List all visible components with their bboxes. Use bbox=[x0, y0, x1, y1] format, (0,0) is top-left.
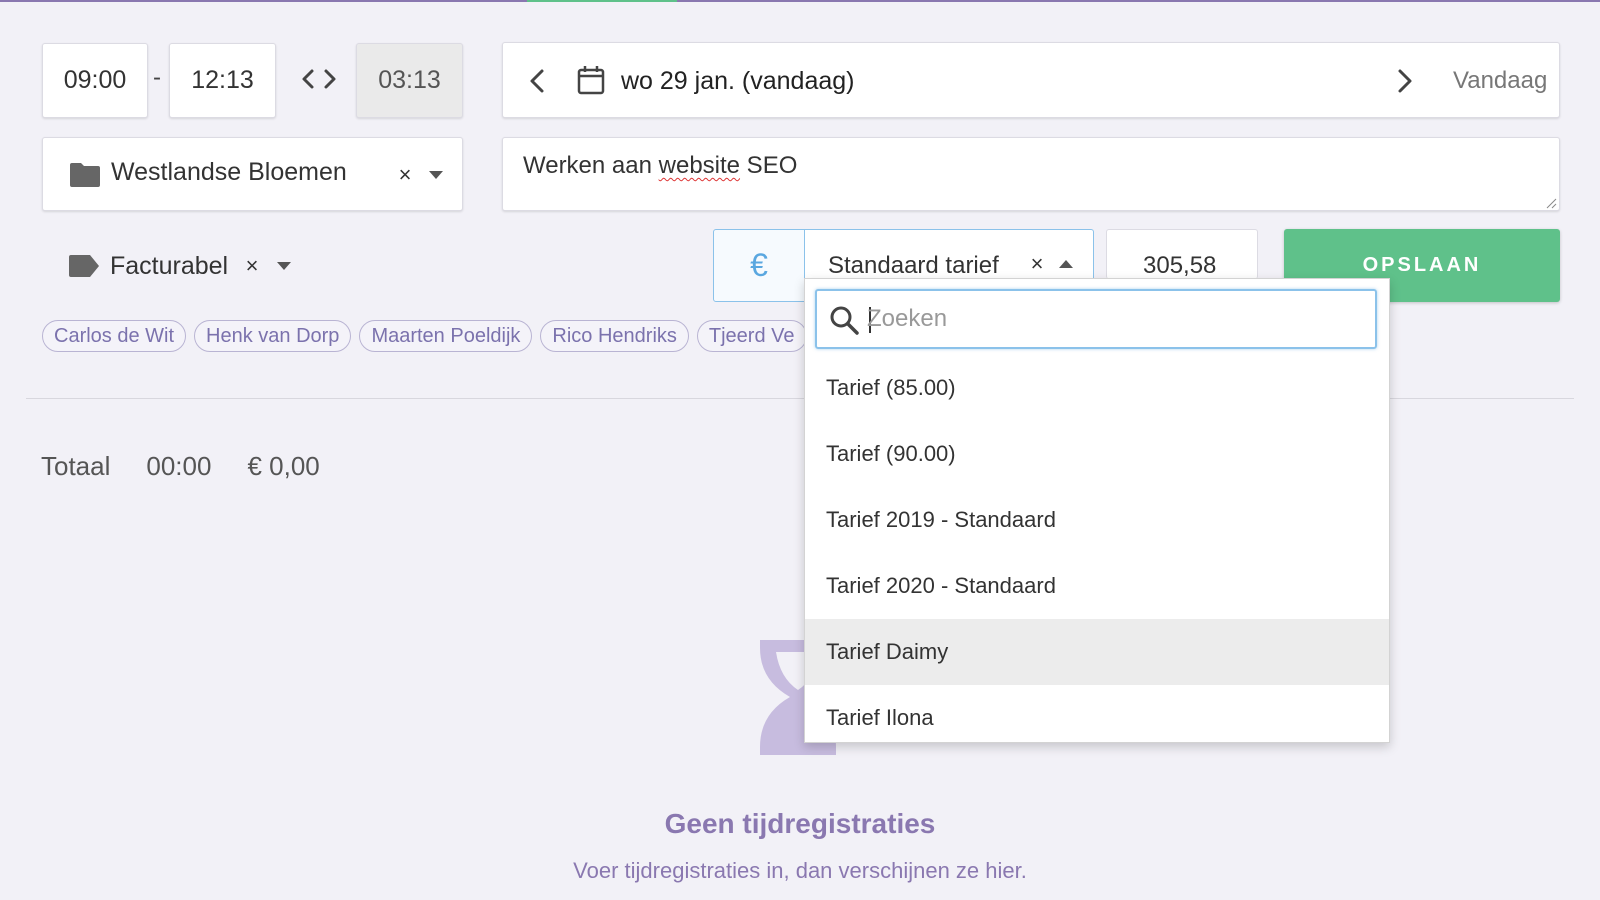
project-clear-button[interactable]: × bbox=[395, 162, 415, 187]
dropdown-option[interactable]: Tarief (85.00) bbox=[805, 355, 1389, 421]
project-name: Westlandse Bloemen bbox=[111, 158, 347, 186]
date-picker[interactable]: wo 29 jan. (vandaag) Vandaag bbox=[502, 42, 1560, 118]
empty-state-subtitle: Voer tijdregistraties in, dan verschijne… bbox=[573, 858, 1027, 883]
dropdown-option[interactable]: Tarief 2019 - Standaard bbox=[805, 487, 1389, 553]
calendar-icon bbox=[577, 65, 605, 95]
chevron-right-icon[interactable] bbox=[1393, 67, 1417, 95]
chevron-down-icon[interactable] bbox=[429, 171, 443, 179]
empty-state-title: Geen tijdregistraties bbox=[664, 808, 936, 839]
tag-chevron-down-icon[interactable] bbox=[277, 262, 291, 270]
today-button[interactable]: Vandaag bbox=[1453, 67, 1547, 95]
top-progress-line bbox=[0, 0, 1600, 2]
swap-icon[interactable] bbox=[300, 62, 338, 96]
description-text: Werken aan website SEO bbox=[523, 152, 798, 179]
dropdown-search[interactable] bbox=[815, 289, 1377, 349]
total-amount: € 0,00 bbox=[247, 451, 320, 481]
resize-handle[interactable] bbox=[1545, 196, 1557, 209]
rate-amount: 305,58 bbox=[1143, 252, 1217, 279]
rate-select[interactable]: Standaard tarief × bbox=[804, 229, 1094, 279]
dropdown-option[interactable]: Tarief (90.00) bbox=[805, 421, 1389, 487]
description-textarea[interactable]: Werken aan website SEO bbox=[502, 137, 1560, 211]
tag-icon bbox=[68, 254, 100, 278]
search-icon bbox=[829, 305, 859, 335]
chevron-up-icon[interactable] bbox=[1059, 260, 1073, 268]
folder-icon bbox=[69, 162, 101, 188]
total-row: Totaal 00:00 € 0,00 bbox=[41, 451, 320, 482]
currency-button[interactable]: € bbox=[713, 229, 805, 302]
dropdown-option-highlighted[interactable]: Tarief Daimy bbox=[805, 619, 1389, 685]
rate-amount-input[interactable]: 305,58 bbox=[1106, 229, 1258, 279]
project-select[interactable]: Westlandse Bloemen × bbox=[42, 137, 463, 211]
search-input[interactable] bbox=[867, 301, 1367, 337]
user-chip[interactable]: Rico Hendriks bbox=[540, 320, 689, 352]
duration-field[interactable]: 03:13 bbox=[356, 43, 463, 118]
rate-dropdown: Tarief (85.00) Tarief (90.00) Tarief 201… bbox=[804, 278, 1390, 743]
tag-select[interactable]: Facturabel bbox=[68, 246, 228, 286]
date-label: wo 29 jan. (vandaag) bbox=[621, 67, 855, 95]
time-separator: - bbox=[153, 64, 161, 91]
tag-name: Facturabel bbox=[110, 251, 229, 280]
end-time-input[interactable]: 12:13 bbox=[169, 43, 276, 118]
total-time: 00:00 bbox=[146, 451, 212, 481]
user-chip[interactable]: Henk van Dorp bbox=[194, 320, 352, 352]
dropdown-option[interactable]: Tarief 2020 - Standaard bbox=[805, 553, 1389, 619]
user-chips: Carlos de Wit Henk van Dorp Maarten Poel… bbox=[42, 320, 807, 352]
rate-clear-button[interactable]: × bbox=[1027, 251, 1047, 276]
start-time-input[interactable]: 09:00 bbox=[42, 43, 148, 118]
chevron-left-icon[interactable] bbox=[525, 67, 549, 95]
total-label: Totaal bbox=[41, 451, 111, 481]
tag-clear-button[interactable]: × bbox=[242, 253, 262, 278]
user-chip[interactable]: Tjeerd Ve bbox=[696, 320, 807, 352]
user-chip[interactable]: Maarten Poeldijk bbox=[359, 320, 533, 352]
user-chip[interactable]: Carlos de Wit bbox=[42, 320, 187, 352]
top-progress-segment bbox=[527, 0, 677, 2]
dropdown-option[interactable]: Tarief Ilona bbox=[805, 685, 1389, 742]
rate-name: Standaard tarief bbox=[828, 252, 999, 279]
